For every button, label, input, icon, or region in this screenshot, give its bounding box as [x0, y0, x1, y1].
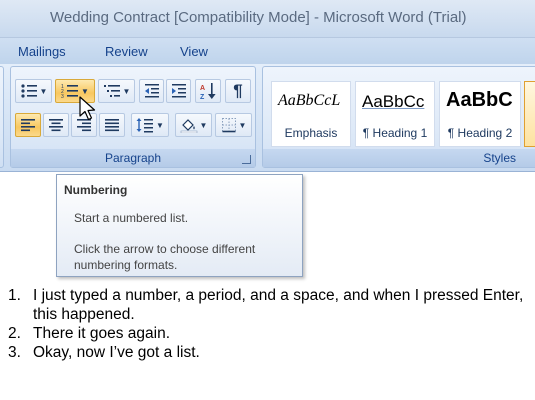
pilcrow-icon: ¶ [233, 81, 243, 100]
list-item-text: Okay, now I’ve got a list. [33, 344, 200, 361]
chevron-down-icon: ▼ [199, 120, 208, 130]
align-left-icon [21, 119, 35, 132]
borders-icon [221, 118, 236, 133]
bullets-icon [20, 84, 37, 98]
list-item-text: I just typed a number, a period, and a s… [33, 287, 524, 323]
list-number: 3. [8, 344, 21, 361]
decrease-indent-icon [144, 84, 159, 98]
window-title: Wedding Contract [Compatibility Mode] - … [50, 9, 467, 26]
ribbon-tabs: Mailings Review View [0, 38, 535, 64]
chevron-down-icon: ▼ [39, 86, 48, 96]
list-number: 2. [8, 325, 21, 342]
borders-button[interactable]: ▼ [215, 113, 252, 137]
justify-icon [105, 119, 119, 132]
decrease-indent-button[interactable] [139, 79, 164, 103]
increase-indent-button[interactable] [166, 79, 191, 103]
tab-mailings[interactable]: Mailings [18, 44, 66, 59]
style-name: ¶ Heading 2 [447, 126, 513, 140]
style-heading-1[interactable]: AaBbCc ¶ Heading 1 [355, 81, 435, 147]
style-name: ¶ Heading 1 [362, 126, 428, 140]
tooltip-text: numbering formats. [74, 258, 178, 272]
tooltip-title: Numbering [64, 183, 128, 197]
tab-view[interactable]: View [180, 44, 208, 59]
font-group-edge [0, 66, 4, 168]
show-formatting-button[interactable]: ¶ [225, 79, 251, 103]
bullets-button[interactable]: ▼ [15, 79, 52, 103]
document-body[interactable]: 1. I just typed a number, a period, and … [8, 286, 528, 362]
list-item[interactable]: 2. There it goes again. [8, 324, 528, 343]
multilevel-list-button[interactable]: ▼ [98, 79, 135, 103]
styles-group-label: Styles [263, 149, 535, 167]
center-button[interactable] [43, 113, 69, 137]
styles-group: AaBbCcL Emphasis AaBbCc ¶ Heading 1 AaBb… [262, 66, 535, 168]
style-sample: AaBbC [446, 89, 513, 111]
svg-text:Z: Z [200, 94, 205, 100]
style-sample: AaBbCcL [278, 92, 341, 109]
numbering-tooltip: Numbering Start a numbered list. Click t… [56, 174, 303, 277]
style-selected-partial[interactable] [524, 81, 535, 147]
justify-button[interactable] [99, 113, 125, 137]
sort-button[interactable]: A Z [195, 79, 221, 103]
chevron-down-icon: ▼ [81, 86, 89, 96]
paint-bucket-icon [180, 119, 197, 133]
sort-az-icon: A Z [200, 83, 216, 100]
svg-text:3: 3 [61, 94, 64, 99]
list-item[interactable]: 1. I just typed a number, a period, and … [8, 286, 528, 324]
title-bar: Wedding Contract [Compatibility Mode] - … [0, 0, 535, 38]
paragraph-group: ▼ 1 2 3 ▼ ▼ A Z ¶ ▼ ▼ ▼ Paragraph [10, 66, 256, 168]
style-emphasis[interactable]: AaBbCcL Emphasis [271, 81, 351, 147]
svg-text:A: A [200, 85, 205, 92]
dialog-launcher-icon[interactable] [242, 155, 251, 164]
shading-button[interactable]: ▼ [175, 113, 212, 137]
list-number: 1. [8, 287, 21, 304]
list-item-text: There it goes again. [33, 325, 171, 342]
tab-review[interactable]: Review [105, 44, 148, 59]
increase-indent-icon [171, 84, 186, 98]
chevron-down-icon: ▼ [238, 120, 247, 130]
line-spacing-button[interactable]: ▼ [131, 113, 169, 137]
chevron-down-icon: ▼ [122, 86, 131, 96]
style-name: Emphasis [284, 126, 338, 140]
align-left-button[interactable] [15, 113, 41, 137]
chevron-down-icon: ▼ [156, 120, 164, 130]
mouse-cursor-icon [79, 96, 96, 121]
multilevel-list-icon [103, 85, 120, 97]
style-heading-2[interactable]: AaBbC ¶ Heading 2 [439, 81, 521, 147]
numbering-icon: 1 2 3 [61, 84, 79, 99]
paragraph-group-label: Paragraph [11, 149, 255, 167]
tooltip-text: Start a numbered list. [74, 211, 189, 225]
line-spacing-icon [136, 118, 154, 133]
align-center-icon [49, 119, 63, 132]
list-item[interactable]: 3. Okay, now I’ve got a list. [8, 343, 528, 362]
tooltip-text: Click the arrow to choose different [74, 242, 256, 256]
style-sample: AaBbCc [362, 92, 425, 111]
